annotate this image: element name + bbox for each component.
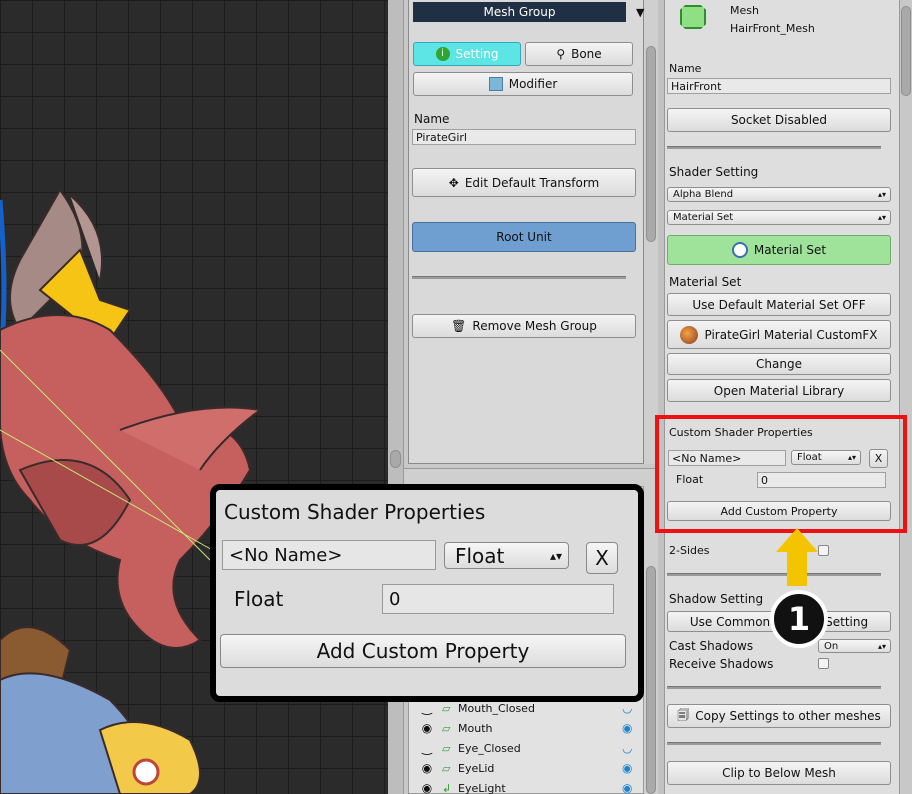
eye-icon[interactable]: ◉ <box>412 721 442 735</box>
mesh-title: Mesh <box>730 4 759 17</box>
group-name-field[interactable]: PirateGirl <box>412 129 636 145</box>
material-customfx-button[interactable]: PirateGirl Material CustomFX <box>667 320 891 349</box>
eye-icon[interactable]: ◉ <box>412 761 442 775</box>
zoom-callout: Custom Shader Properties <No Name> Float… <box>210 484 644 702</box>
visibility-icon[interactable]: ◡ <box>622 741 642 755</box>
receive-shadows-checkbox[interactable] <box>818 658 829 669</box>
mesh-icon: ▱ <box>442 721 451 735</box>
blend-mode-dropdown[interactable]: Alpha Blend ▴▾ <box>667 187 891 202</box>
copy-settings-button[interactable]: 🗐 Copy Settings to other meshes <box>667 704 891 728</box>
clip-to-below-button[interactable]: Clip to Below Mesh <box>667 761 891 785</box>
mesh-group-header: Mesh Group <box>413 2 626 22</box>
zoom-property-type-dropdown[interactable]: Float ▴▾ <box>444 542 569 569</box>
zoom-property-name-field[interactable]: <No Name> <box>222 540 436 570</box>
divider <box>667 573 881 576</box>
zoom-title: Custom Shader Properties <box>224 500 486 524</box>
divider <box>667 686 881 689</box>
visibility-icon[interactable]: ◉ <box>622 761 642 775</box>
name-label: Name <box>669 62 702 75</box>
change-button[interactable]: Change <box>667 353 891 375</box>
light-icon: ↲ <box>442 781 452 794</box>
highlight-box <box>655 415 907 533</box>
dropdown-icon: ▴▾ <box>549 548 562 563</box>
zoom-float-value-field[interactable]: 0 <box>382 584 614 614</box>
socket-disabled-button[interactable]: Socket Disabled <box>667 108 891 132</box>
material-set-button[interactable]: Material Set <box>667 235 891 265</box>
cast-shadows-label: Cast Shadows <box>669 639 754 653</box>
remove-mesh-group-button[interactable]: 🗑 Remove Mesh Group <box>412 314 636 338</box>
bone-tab[interactable]: ⚲ Bone <box>525 42 633 66</box>
root-unit-button[interactable]: Root Unit <box>412 222 636 252</box>
divider <box>667 146 881 149</box>
zoom-add-custom-property-button[interactable]: Add Custom Property <box>220 634 626 668</box>
material-preview-icon <box>680 325 699 344</box>
divider <box>412 276 626 279</box>
mesh-name: HairFront_Mesh <box>730 22 815 35</box>
inspector-scrollbar[interactable] <box>644 0 658 464</box>
visibility-icon[interactable]: ◡ <box>622 701 642 715</box>
list-item[interactable]: ◉ ▱ EyeLid ◉ <box>412 758 642 778</box>
two-sides-label: 2-Sides <box>669 544 710 557</box>
list-item[interactable]: ‿ ▱ Eye_Closed ◡ <box>412 738 642 758</box>
up-arrow-icon <box>776 528 818 586</box>
info-icon: i <box>435 47 450 61</box>
bone-icon: ⚲ <box>556 47 566 61</box>
two-sides-checkbox[interactable] <box>818 545 829 556</box>
receive-shadows-label: Receive Shadows <box>669 657 774 671</box>
zoom-remove-property-button[interactable]: X <box>586 542 618 574</box>
divider <box>667 742 881 745</box>
dropdown-icon: ▴▾ <box>877 190 886 199</box>
mesh-icon <box>680 5 706 29</box>
list-item[interactable]: ◉ ↲ EyeLight ◉ <box>412 778 642 794</box>
setting-tab[interactable]: i Setting <box>413 42 521 66</box>
list-item[interactable]: ◉ ▱ Mouth ◉ <box>412 718 642 738</box>
modifier-button[interactable]: Modifier <box>413 72 633 96</box>
shader-setting-label: Shader Setting <box>669 165 759 179</box>
collapse-arrow-icon[interactable]: ▼ <box>636 6 644 19</box>
transform-icon: ✥ <box>448 175 459 190</box>
mesh-icon: ▱ <box>442 701 451 715</box>
dropdown-icon: ▴▾ <box>877 641 886 651</box>
open-material-library-button[interactable]: Open Material Library <box>667 379 891 402</box>
mesh-icon: ▱ <box>442 741 451 755</box>
use-default-material-button[interactable]: Use Default Material Set OFF <box>667 293 891 316</box>
eye-icon[interactable]: ◉ <box>412 781 442 794</box>
name-label: Name <box>414 112 450 126</box>
material-set-dropdown[interactable]: Material Set ▴▾ <box>667 210 891 225</box>
copy-icon: 🗐 <box>677 707 690 722</box>
dropdown-icon: ▴▾ <box>877 213 886 222</box>
shadow-setting-label: Shadow Setting <box>669 592 764 606</box>
edit-default-transform-button[interactable]: ✥ Edit Default Transform <box>412 168 636 197</box>
material-set-label: Material Set <box>669 275 742 289</box>
mesh-scrollbar[interactable] <box>900 0 912 794</box>
mesh-icon: ▱ <box>442 761 451 775</box>
modifier-icon <box>488 77 503 91</box>
trash-icon: 🗑 <box>451 319 467 333</box>
step-badge: 1 <box>770 590 828 648</box>
visibility-icon[interactable]: ◉ <box>622 781 642 794</box>
eye-closed-icon[interactable]: ‿ <box>412 701 442 715</box>
zoom-float-label: Float <box>234 587 284 611</box>
mesh-name-field[interactable]: HairFront <box>667 78 891 94</box>
material-icon <box>731 242 748 258</box>
visibility-icon[interactable]: ◉ <box>622 721 642 735</box>
cast-shadows-dropdown[interactable]: On ▴▾ <box>818 639 891 653</box>
eye-closed-icon[interactable]: ‿ <box>412 741 442 755</box>
